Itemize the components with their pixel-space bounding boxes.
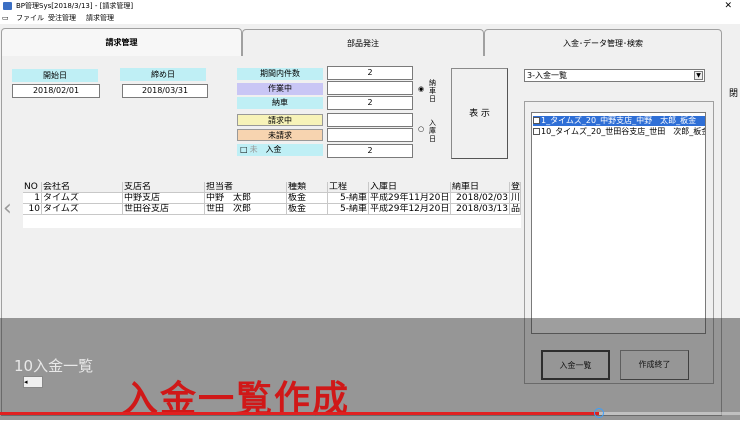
- checklist[interactable]: 1_タイムズ_20_中野支店_中野 太郎_板金 10_タイムズ_20_世田谷支店…: [531, 112, 706, 334]
- table-cell[interactable]: 5-納車: [328, 204, 369, 215]
- side-label: 閉: [729, 89, 739, 99]
- table-cell[interactable]: 品川: [510, 204, 521, 215]
- report-type-select[interactable]: 3-入金一覧 ▼: [524, 69, 705, 82]
- checklist-item-label: 10_タイムズ_20_世田谷支店_世田 次郎_板金: [541, 127, 706, 136]
- report-type-value: 3-入金一覧: [527, 71, 567, 80]
- checkbox[interactable]: [533, 128, 540, 135]
- col-header-entry-date[interactable]: 入庫日: [369, 182, 451, 193]
- col-header-staff[interactable]: 担当者: [205, 182, 287, 193]
- prev-arrow-icon[interactable]: ‹: [3, 196, 12, 221]
- menu-bar: ▭ ファイル 受注管理 請求管理: [0, 12, 740, 24]
- checklist-item[interactable]: 10_タイムズ_20_世田谷支店_世田 次郎_板金: [533, 127, 706, 137]
- window-title: BP管理Sys[2018/3/13] - [請求管理]: [16, 2, 134, 10]
- col-header-company[interactable]: 会社名: [42, 182, 123, 193]
- paid-value: 2: [327, 144, 413, 158]
- video-progress-bar[interactable]: [0, 408, 740, 418]
- start-date-label: 開始日: [12, 69, 98, 82]
- radio-delivery-date-label: 納車日: [429, 79, 436, 103]
- table-cell[interactable]: 10: [23, 204, 42, 215]
- video-overlay: [0, 318, 740, 420]
- col-header-no[interactable]: NO: [23, 182, 42, 193]
- tab-billing[interactable]: 請求管理: [1, 28, 242, 57]
- radio-delivery-date[interactable]: ◉: [418, 85, 424, 93]
- table-cell[interactable]: タイムズ: [42, 204, 123, 215]
- caption-small: 10入金一覧: [14, 357, 94, 375]
- col-header-registered[interactable]: 登録: [510, 182, 521, 193]
- radio-entry-date[interactable]: ○: [418, 125, 424, 133]
- chevron-down-icon[interactable]: ▼: [694, 71, 703, 80]
- video-progress-fill: [0, 412, 600, 415]
- checkbox[interactable]: [533, 117, 540, 124]
- scroll-left-button[interactable]: ◂: [23, 376, 43, 388]
- count-value: 2: [327, 66, 413, 80]
- menu-file[interactable]: ファイル: [16, 12, 44, 24]
- unpaid-mark: 未: [249, 145, 258, 154]
- delivered-label: 納車: [237, 97, 323, 109]
- table-cell[interactable]: 平成29年12月20日: [369, 204, 451, 215]
- tab-payment-data[interactable]: 入金･データ管理･検索: [484, 29, 722, 56]
- paid-label: □ 未入金: [237, 144, 323, 156]
- menu-orders[interactable]: 受注管理: [48, 12, 76, 24]
- end-date-label: 締め日: [120, 68, 206, 81]
- checklist-item-label: 1_タイムズ_20_中野支店_中野 太郎_板金: [541, 116, 697, 125]
- in-progress-label: 作業中: [237, 83, 323, 95]
- billing-grid[interactable]: NO 会社名 支店名 担当者 種類 工程 入庫日 納車日 登録 1 タイムズ 中…: [23, 182, 521, 228]
- app-icon: [3, 2, 12, 10]
- in-progress-value: [327, 81, 413, 95]
- menu-billing[interactable]: 請求管理: [86, 12, 114, 24]
- table-cell[interactable]: 1: [23, 193, 42, 204]
- col-header-branch[interactable]: 支店名: [123, 182, 205, 193]
- delivered-value: 2: [327, 96, 413, 110]
- end-date-field[interactable]: 2018/03/31: [122, 84, 208, 98]
- table-cell[interactable]: 2018/02/03: [451, 193, 510, 204]
- billing-value: [327, 113, 413, 127]
- table-cell[interactable]: タイムズ: [42, 193, 123, 204]
- billing-label: 請求中: [237, 114, 323, 126]
- table-cell[interactable]: 中野支店: [123, 193, 205, 204]
- checklist-item[interactable]: 1_タイムズ_20_中野支店_中野 太郎_板金: [533, 116, 705, 126]
- title-bar: BP管理Sys[2018/3/13] - [請求管理] ✕: [0, 0, 740, 12]
- count-label: 期間内件数: [237, 68, 323, 80]
- table-cell[interactable]: 平成29年11月20日: [369, 193, 451, 204]
- radio-entry-date-label: 入庫日: [429, 119, 436, 143]
- paid-label-text: 入金: [265, 145, 282, 154]
- table-cell[interactable]: 中野 太郎: [205, 193, 287, 204]
- table-cell[interactable]: 世田 次郎: [205, 204, 287, 215]
- table-cell[interactable]: 板金: [287, 193, 328, 204]
- show-button[interactable]: 表 示: [451, 68, 508, 159]
- table-cell[interactable]: 板金: [287, 204, 328, 215]
- close-icon[interactable]: ✕: [724, 0, 732, 12]
- col-header-delivery-date[interactable]: 納車日: [451, 182, 510, 193]
- paid-checkbox[interactable]: □: [240, 145, 248, 154]
- tab-parts-order[interactable]: 部品発注: [242, 29, 484, 56]
- table-cell[interactable]: 5-納車: [328, 193, 369, 204]
- start-date-field[interactable]: 2018/02/01: [12, 84, 100, 98]
- unbilled-label: 未請求: [237, 129, 323, 141]
- unbilled-value: [327, 128, 413, 142]
- col-header-process[interactable]: 工程: [328, 182, 369, 193]
- table-cell[interactable]: 川崎: [510, 193, 521, 204]
- table-cell[interactable]: 世田谷支店: [123, 204, 205, 215]
- col-header-type[interactable]: 種類: [287, 182, 328, 193]
- mdi-icon: ▭: [2, 14, 9, 22]
- table-cell[interactable]: 2018/03/13: [451, 204, 510, 215]
